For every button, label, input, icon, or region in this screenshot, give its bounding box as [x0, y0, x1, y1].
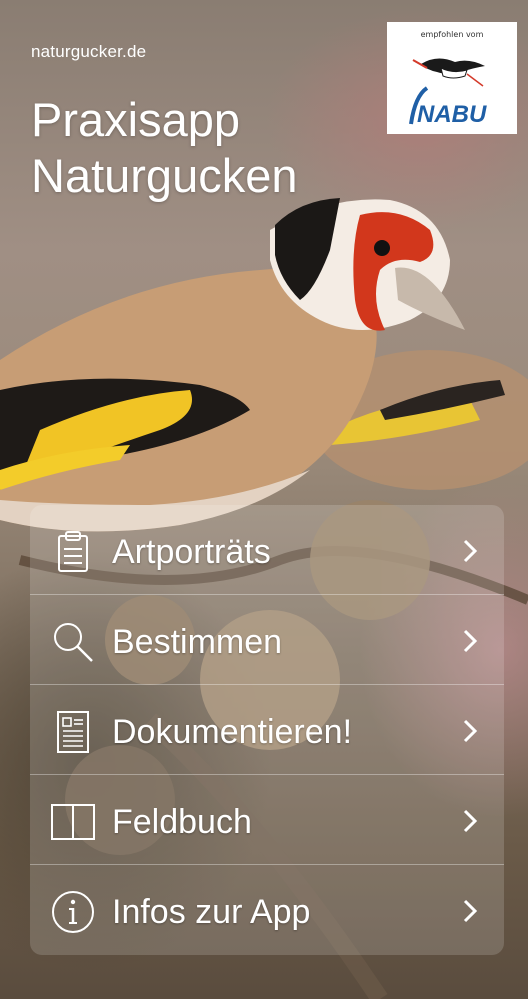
menu-item-bestimmen[interactable]: Bestimmen [30, 595, 504, 685]
nabu-logo: NABU [409, 58, 487, 128]
stork-icon [412, 58, 485, 87]
magnifier-icon [54, 623, 93, 662]
menu-item-infos[interactable]: Infos zur App [30, 865, 504, 955]
nabu-badge[interactable]: empfohlen vom NABU [387, 22, 517, 134]
menu-item-dokumentieren[interactable]: Dokumentieren! [30, 685, 504, 775]
nabu-logo-text: NABU [417, 101, 487, 128]
app-title: Praxisapp Naturgucken [31, 92, 298, 204]
app-title-line1: Praxisapp [31, 93, 240, 146]
book-icon [51, 804, 95, 840]
menu-item-feldbuch[interactable]: Feldbuch [30, 775, 504, 865]
clipboard-icon [58, 531, 88, 572]
chevron-right-icon [463, 809, 478, 833]
document-icon [57, 711, 89, 753]
menu-label-dokumentieren: Dokumentieren! [112, 713, 353, 751]
menu-label-artportraets: Artporträts [112, 533, 271, 571]
menu-label-feldbuch: Feldbuch [112, 803, 252, 841]
chevron-right-icon [463, 899, 478, 923]
main-menu: Artporträts Bestimmen Dokumentieren! Fel… [30, 505, 504, 955]
chevron-right-icon [463, 719, 478, 743]
menu-label-bestimmen: Bestimmen [112, 623, 283, 661]
menu-item-artportraets[interactable]: Artporträts [30, 505, 504, 595]
site-label: naturgucker.de [31, 42, 147, 61]
nabu-caption: empfohlen vom [420, 30, 484, 39]
chevron-right-icon [463, 539, 478, 563]
menu-label-infos: Infos zur App [112, 893, 311, 931]
chevron-right-icon [463, 629, 478, 653]
app-title-line2: Naturgucken [31, 149, 298, 202]
app-screen: naturgucker.de Praxisapp Naturgucken emp… [0, 0, 528, 999]
info-icon [52, 891, 94, 933]
